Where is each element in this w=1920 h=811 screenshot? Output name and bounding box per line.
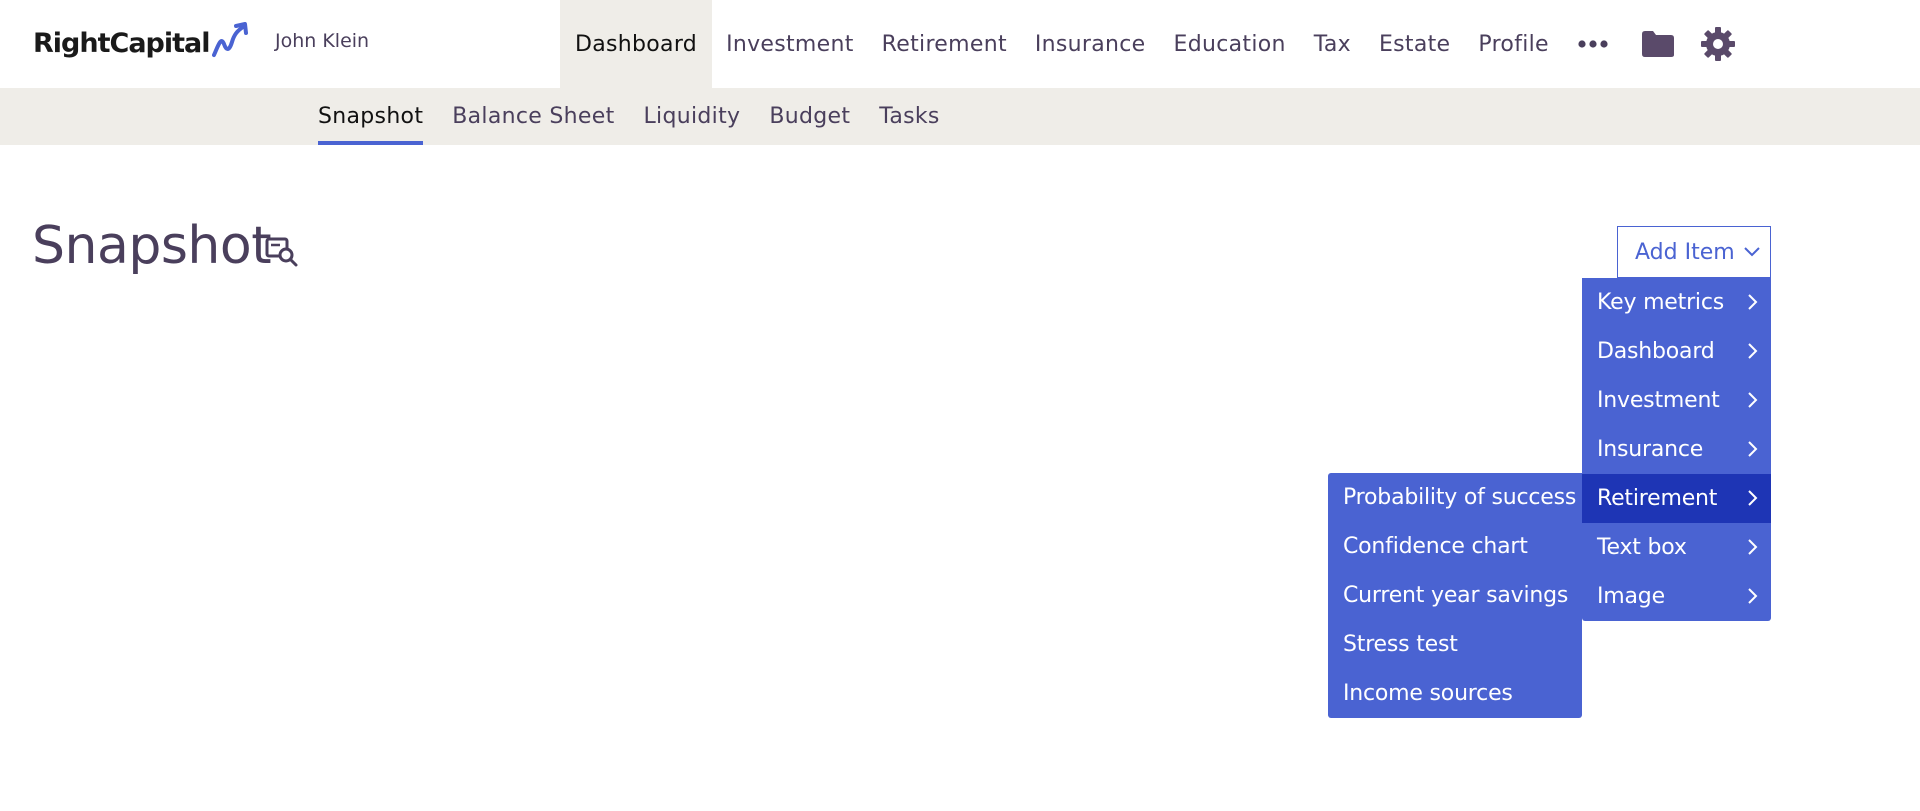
chevron-right-icon — [1748, 490, 1758, 506]
nav-insurance[interactable]: Insurance — [1021, 0, 1160, 88]
nav-dashboard[interactable]: Dashboard — [560, 0, 713, 88]
submenu-item-stress-test[interactable]: Stress test — [1328, 620, 1582, 669]
chevron-right-icon — [1748, 392, 1758, 408]
retirement-submenu: Probability of success Confidence chart … — [1328, 473, 1582, 718]
chevron-right-icon — [1748, 539, 1758, 555]
nav-estate[interactable]: Estate — [1365, 0, 1464, 88]
add-item-button[interactable]: Add Item — [1617, 226, 1771, 278]
menu-item-label: Dashboard — [1597, 339, 1715, 364]
submenu-item-income-sources[interactable]: Income sources — [1328, 669, 1582, 718]
logo-arrow-icon — [211, 22, 248, 57]
more-icon[interactable] — [1563, 0, 1623, 88]
sub-nav: Snapshot Balance Sheet Liquidity Budget … — [0, 88, 1920, 145]
page-title: Snapshot — [32, 216, 272, 276]
logo-text: RightCapital — [33, 27, 210, 59]
nav-education[interactable]: Education — [1160, 0, 1300, 88]
nav-profile[interactable]: Profile — [1464, 0, 1563, 88]
chevron-right-icon — [1748, 343, 1758, 359]
menu-item-label: Investment — [1597, 388, 1720, 413]
tab-tasks[interactable]: Tasks — [879, 88, 939, 145]
tab-snapshot[interactable]: Snapshot — [318, 88, 424, 145]
submenu-item-probability-of-success[interactable]: Probability of success — [1328, 473, 1582, 522]
chevron-right-icon — [1748, 588, 1758, 604]
folder-icon[interactable] — [1623, 0, 1691, 88]
nav-retirement[interactable]: Retirement — [868, 0, 1021, 88]
menu-item-dashboard[interactable]: Dashboard — [1582, 327, 1771, 376]
menu-item-label: Retirement — [1597, 486, 1718, 511]
menu-item-label: Image — [1597, 584, 1665, 609]
client-name[interactable]: John Klein — [275, 30, 369, 52]
menu-item-investment[interactable]: Investment — [1582, 376, 1771, 425]
add-item-label: Add Item — [1635, 239, 1735, 265]
preview-search-icon[interactable] — [265, 236, 299, 272]
submenu-item-confidence-chart[interactable]: Confidence chart — [1328, 522, 1582, 571]
menu-item-key-metrics[interactable]: Key metrics — [1582, 278, 1771, 327]
nav-tax[interactable]: Tax — [1300, 0, 1365, 88]
menu-item-image[interactable]: Image — [1582, 572, 1771, 621]
menu-item-label: Text box — [1597, 535, 1687, 560]
menu-item-insurance[interactable]: Insurance — [1582, 425, 1771, 474]
main-nav: Dashboard Investment Retirement Insuranc… — [560, 0, 1745, 88]
menu-item-retirement[interactable]: Retirement — [1582, 474, 1771, 523]
chevron-right-icon — [1748, 294, 1758, 310]
menu-item-label: Insurance — [1597, 437, 1704, 462]
menu-item-label: Key metrics — [1597, 290, 1724, 315]
tab-balance-sheet[interactable]: Balance Sheet — [452, 88, 614, 145]
tab-budget[interactable]: Budget — [769, 88, 850, 145]
logo[interactable]: RightCapital — [33, 22, 250, 63]
menu-item-text-box[interactable]: Text box — [1582, 523, 1771, 572]
chevron-right-icon — [1748, 441, 1758, 457]
tab-liquidity[interactable]: Liquidity — [644, 88, 741, 145]
chevron-down-icon — [1743, 247, 1760, 257]
add-item-menu: Key metrics Dashboard Investment Insuran… — [1582, 278, 1771, 621]
top-header: RightCapital John Klein Dashboard Invest… — [0, 0, 1920, 88]
submenu-item-current-year-savings[interactable]: Current year savings — [1328, 571, 1582, 620]
nav-investment[interactable]: Investment — [712, 0, 868, 88]
gear-icon[interactable] — [1691, 0, 1745, 88]
